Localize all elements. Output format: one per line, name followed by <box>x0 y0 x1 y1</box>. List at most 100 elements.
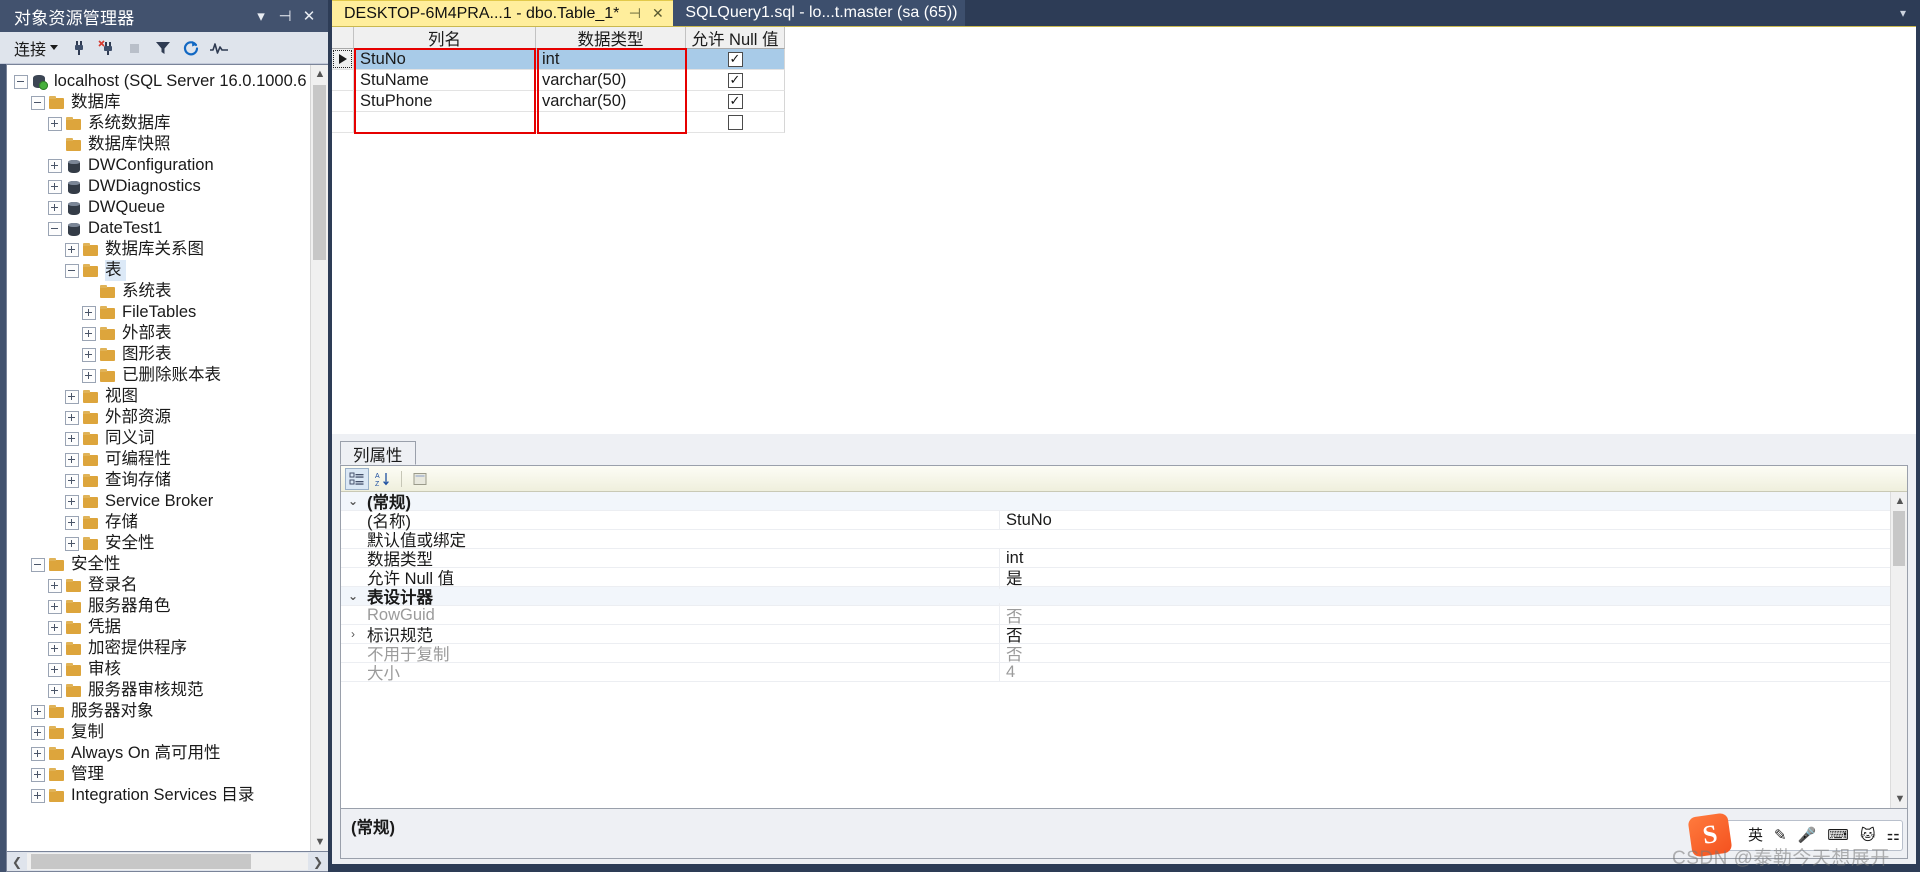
expand-icon[interactable] <box>30 767 45 782</box>
tree-node[interactable]: 图形表 <box>7 344 310 365</box>
collapse-icon[interactable] <box>30 557 45 572</box>
cell-column-name[interactable]: StuName <box>354 70 536 91</box>
row-selector[interactable] <box>332 49 354 70</box>
tree-node[interactable]: DWDiagnostics <box>7 176 310 197</box>
tab-table-designer[interactable]: DESKTOP-6M4PRA...1 - dbo.Table_1* ⊣ ✕ <box>332 0 674 26</box>
grid-row[interactable]: StuName varchar(50) ✓ <box>332 70 785 91</box>
close-icon[interactable]: ✕ <box>298 5 320 27</box>
tree-node[interactable]: 数据库快照 <box>7 134 310 155</box>
grid-row[interactable]: StuNo int ✓ <box>332 49 785 70</box>
tree-node[interactable]: 数据库关系图 <box>7 239 310 260</box>
scroll-thumb[interactable] <box>313 85 326 260</box>
checkbox-unchecked-icon[interactable] <box>727 114 743 130</box>
filter-icon[interactable] <box>150 35 176 61</box>
tree-node[interactable]: 查询存储 <box>7 470 310 491</box>
tree-node[interactable]: 外部表 <box>7 323 310 344</box>
tree-node[interactable]: 已删除账本表 <box>7 365 310 386</box>
expand-icon[interactable] <box>64 431 79 446</box>
disconnect-icon[interactable] <box>94 35 120 61</box>
expand-icon[interactable] <box>64 536 79 551</box>
tab-column-properties[interactable]: 列属性 <box>340 441 416 465</box>
expand-icon[interactable] <box>47 620 62 635</box>
expand-icon[interactable] <box>47 158 62 173</box>
connect-button[interactable]: 连接 <box>6 34 64 62</box>
object-explorer-tree[interactable]: localhost (SQL Server 16.0.1000.6 数据库 系统数据… <box>7 65 310 851</box>
checkbox-checked-icon[interactable]: ✓ <box>727 51 743 67</box>
property-value[interactable]: 是 <box>999 565 1890 589</box>
tree-node[interactable]: 外部资源 <box>7 407 310 428</box>
cell-data-type[interactable]: varchar(50) <box>536 70 686 91</box>
connect-icon[interactable] <box>66 35 92 61</box>
ime-keyboard-icon[interactable]: ⌨ <box>1827 828 1849 843</box>
collapse-icon[interactable]: ⌄ <box>341 494 365 508</box>
collapse-icon[interactable] <box>13 74 28 89</box>
expand-icon[interactable] <box>64 515 79 530</box>
tree-node[interactable]: 系统表 <box>7 281 310 302</box>
ime-toolbox-icon[interactable]: ⚏ <box>1887 828 1900 843</box>
ime-language-icon[interactable]: 英 <box>1748 828 1763 843</box>
cell-column-name[interactable]: StuPhone <box>354 91 536 112</box>
tree-node[interactable]: 存储 <box>7 512 310 533</box>
categorized-icon[interactable] <box>345 467 369 490</box>
expand-icon[interactable] <box>64 410 79 425</box>
tree-node[interactable]: 可编程性 <box>7 449 310 470</box>
expand-icon[interactable] <box>47 599 62 614</box>
cell-data-type[interactable] <box>536 112 686 133</box>
property-pages-icon[interactable] <box>408 468 432 490</box>
expand-icon[interactable] <box>81 326 96 341</box>
tree-node[interactable]: 登录名 <box>7 575 310 596</box>
pin-icon[interactable]: ⊣ <box>274 5 296 27</box>
tree-node[interactable]: localhost (SQL Server 16.0.1000.6 <box>7 71 310 92</box>
scroll-left-icon[interactable]: ❮ <box>7 853 27 871</box>
tree-node[interactable]: 复制 <box>7 722 310 743</box>
scroll-up-icon[interactable]: ▲ <box>1891 492 1907 510</box>
property-vertical-scrollbar[interactable]: ▲ ▼ <box>1890 492 1907 808</box>
expand-icon[interactable] <box>81 305 96 320</box>
hscroll-track[interactable] <box>27 853 308 870</box>
expand-icon[interactable] <box>30 704 45 719</box>
expand-icon[interactable] <box>81 347 96 362</box>
tree-node[interactable]: 服务器角色 <box>7 596 310 617</box>
expand-icon[interactable] <box>47 578 62 593</box>
expand-icon[interactable] <box>64 494 79 509</box>
chevron-down-icon[interactable]: ▾ <box>250 5 272 27</box>
expand-icon[interactable] <box>30 746 45 761</box>
expand-icon[interactable]: › <box>341 627 365 641</box>
tree-node[interactable]: 服务器对象 <box>7 701 310 722</box>
cell-allow-null[interactable]: ✓ <box>686 91 785 112</box>
tree-node[interactable]: DWQueue <box>7 197 310 218</box>
ime-handwriting-icon[interactable]: ✎ <box>1774 828 1787 843</box>
tree-node[interactable]: DateTest1 <box>7 218 310 239</box>
expand-icon[interactable] <box>30 788 45 803</box>
grid-column-header[interactable]: 列名 <box>354 27 536 49</box>
collapse-icon[interactable] <box>30 95 45 110</box>
checkbox-checked-icon[interactable]: ✓ <box>727 93 743 109</box>
stop-icon[interactable] <box>122 35 148 61</box>
row-selector[interactable] <box>332 70 354 91</box>
expand-icon[interactable] <box>47 683 62 698</box>
row-selector[interactable] <box>332 112 354 133</box>
tree-node[interactable]: 数据库 <box>7 92 310 113</box>
close-icon[interactable]: ✕ <box>650 5 665 22</box>
expand-icon[interactable] <box>47 662 62 677</box>
hscroll-thumb[interactable] <box>31 854 251 869</box>
ime-skin-icon[interactable]: 🐱 <box>1860 828 1876 843</box>
tree-node[interactable]: 凭据 <box>7 617 310 638</box>
tree-node[interactable]: 服务器审核规范 <box>7 680 310 701</box>
expand-icon[interactable] <box>64 452 79 467</box>
tree-vertical-scrollbar[interactable]: ▲ ▼ <box>310 65 328 851</box>
cell-allow-null[interactable]: ✓ <box>686 49 785 70</box>
cell-allow-null[interactable] <box>686 112 785 133</box>
tree-node[interactable]: 安全性 <box>7 533 310 554</box>
tree-node[interactable]: 加密提供程序 <box>7 638 310 659</box>
scroll-thumb[interactable] <box>1893 511 1905 566</box>
cell-column-name[interactable]: StuNo <box>354 49 536 70</box>
tree-node[interactable]: 表 <box>7 260 310 281</box>
cell-data-type[interactable]: varchar(50) <box>536 91 686 112</box>
property-grid[interactable]: ⌄ (常规) (名称) StuNo 默认值或绑定 数据类型 int 允许 Null 值是 ⌄ 表设… <box>341 492 1890 808</box>
tree-node[interactable]: 审核 <box>7 659 310 680</box>
horizontal-splitter[interactable] <box>332 434 1916 442</box>
expand-icon[interactable] <box>30 725 45 740</box>
collapse-icon[interactable]: ⌄ <box>341 589 365 603</box>
collapse-icon[interactable] <box>64 263 79 278</box>
